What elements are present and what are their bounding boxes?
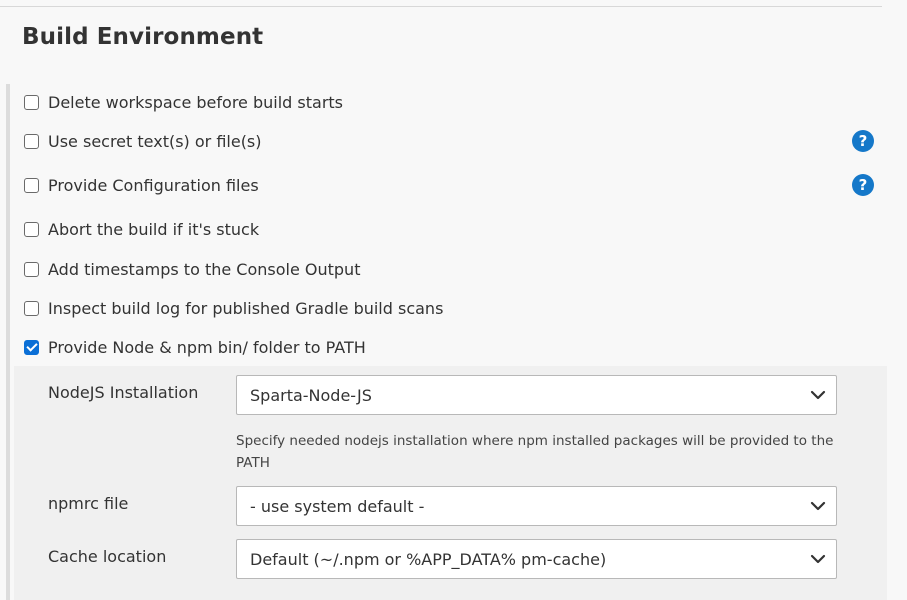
- provide-node-label[interactable]: Provide Node & npm bin/ folder to PATH: [48, 338, 366, 357]
- nodejs-installation-label: NodeJS Installation: [48, 383, 199, 402]
- inspect-gradle-checkbox[interactable]: [24, 300, 39, 316]
- inspect-gradle-label[interactable]: Inspect build log for published Gradle b…: [48, 299, 443, 318]
- help-icon[interactable]: ?: [852, 130, 874, 152]
- delete-workspace-label[interactable]: Delete workspace before build starts: [48, 93, 343, 112]
- option-delete-workspace[interactable]: Delete workspace before build starts: [24, 90, 343, 114]
- use-secret-checkbox[interactable]: [24, 133, 39, 149]
- use-secret-label[interactable]: Use secret text(s) or file(s): [48, 132, 262, 151]
- section-title: Build Environment: [22, 24, 264, 50]
- nodejs-installation-help-text: Specify needed nodejs installation where…: [236, 433, 834, 471]
- delete-workspace-checkbox[interactable]: [24, 94, 39, 110]
- cache-location-select[interactable]: Default (~/.npm or %APP_DATA% pm-cache): [236, 539, 837, 579]
- nodejs-installation-select[interactable]: Sparta-Node-JS: [236, 375, 837, 415]
- option-use-secret[interactable]: Use secret text(s) or file(s): [24, 129, 262, 153]
- add-timestamps-label[interactable]: Add timestamps to the Console Output: [48, 260, 360, 279]
- chevron-down-icon: [810, 501, 826, 511]
- section-rail: [6, 84, 10, 600]
- help-icon[interactable]: ?: [852, 174, 874, 196]
- npmrc-file-select[interactable]: - use system default -: [236, 486, 837, 526]
- provide-config-files-checkbox[interactable]: [24, 177, 39, 193]
- cache-location-label: Cache location: [48, 547, 167, 566]
- npmrc-file-value: - use system default -: [250, 496, 425, 516]
- chevron-down-icon: [810, 554, 826, 564]
- option-add-timestamps[interactable]: Add timestamps to the Console Output: [24, 257, 360, 281]
- add-timestamps-checkbox[interactable]: [24, 261, 39, 277]
- npmrc-file-label: npmrc file: [48, 494, 129, 513]
- section-divider: [0, 6, 882, 7]
- provide-node-checkbox[interactable]: [24, 339, 39, 355]
- option-abort-stuck[interactable]: Abort the build if it's stuck: [24, 217, 259, 241]
- nodejs-installation-value: Sparta-Node-JS: [250, 385, 372, 405]
- abort-stuck-checkbox[interactable]: [24, 221, 39, 237]
- option-inspect-gradle[interactable]: Inspect build log for published Gradle b…: [24, 296, 443, 320]
- abort-stuck-label[interactable]: Abort the build if it's stuck: [48, 220, 259, 239]
- provide-config-files-label[interactable]: Provide Configuration files: [48, 176, 259, 195]
- cache-location-value: Default (~/.npm or %APP_DATA% pm-cache): [250, 549, 607, 569]
- chevron-down-icon: [810, 390, 826, 400]
- option-provide-node[interactable]: Provide Node & npm bin/ folder to PATH: [24, 335, 366, 359]
- option-provide-config-files[interactable]: Provide Configuration files: [24, 173, 259, 197]
